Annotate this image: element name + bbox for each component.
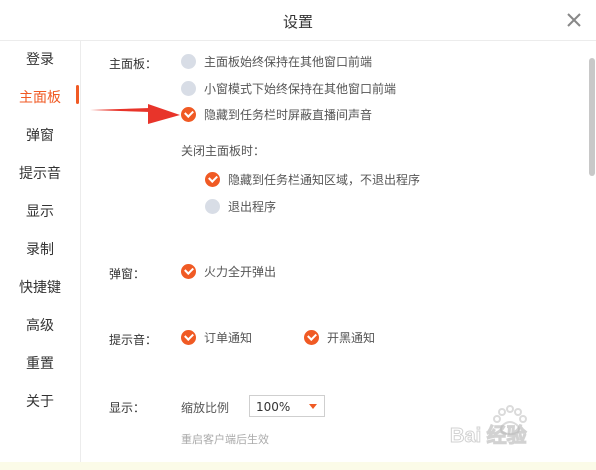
sidebar-item-popup[interactable]: 弹窗 [0, 125, 80, 145]
option-label: 主面板始终保持在其他窗口前端 [204, 55, 373, 69]
zoom-label: 缩放比例 [181, 401, 230, 415]
main-panel-section-label: 主面板： [109, 57, 158, 71]
option-mute-when-hidden[interactable]: 隐藏到任务栏时屏蔽直播间声音 [181, 106, 372, 124]
option-label: 小窗模式下始终保持在其他窗口前端 [204, 82, 397, 96]
zoom-select[interactable]: 100% [249, 395, 325, 417]
option-hide-to-tray[interactable]: 隐藏到任务栏通知区域，不退出程序 [205, 171, 420, 189]
sidebar-item-advanced[interactable]: 高级 [0, 315, 80, 335]
sidebar-item-sound[interactable]: 提示音 [0, 163, 80, 183]
sidebar-item-about[interactable]: 关于 [0, 391, 80, 411]
option-label: 隐藏到任务栏时屏蔽直播间声音 [204, 108, 373, 122]
sidebar-item-shortcuts[interactable]: 快捷键 [0, 277, 80, 297]
option-exit-program[interactable]: 退出程序 [205, 198, 276, 216]
checkbox-checked[interactable] [181, 330, 196, 345]
checkbox-unchecked[interactable] [181, 81, 196, 96]
checkbox-checked[interactable] [181, 107, 196, 122]
sound-section-label: 提示音： [109, 333, 158, 347]
zoom-value: 100% [256, 400, 291, 414]
close-main-panel-label: 关闭主面板时： [181, 144, 266, 158]
checkbox-unchecked[interactable] [181, 54, 196, 69]
watermark-logo: Bai 经验 [450, 405, 527, 448]
option-order-notify[interactable]: 订单通知 [181, 329, 252, 347]
bottom-strip [0, 462, 596, 470]
sidebar-item-main-panel[interactable]: 主面板 [0, 87, 80, 107]
scrollbar-thumb[interactable] [589, 58, 595, 176]
sidebar: 登录 主面板 弹窗 提示音 显示 录制 快捷键 高级 重置 关于 [0, 41, 81, 465]
option-label: 火力全开弹出 [204, 265, 277, 279]
option-label: 开黑通知 [327, 331, 376, 345]
active-indicator [76, 85, 79, 104]
checkbox-checked[interactable] [181, 264, 196, 279]
popup-section-label: 弹窗： [109, 267, 146, 281]
chevron-down-icon [309, 404, 317, 409]
option-label: 退出程序 [228, 200, 277, 214]
radio-unchecked[interactable] [205, 199, 220, 214]
option-full-fire-popup[interactable]: 火力全开弹出 [181, 263, 276, 281]
radio-checked[interactable] [205, 172, 220, 187]
sidebar-item-record[interactable]: 录制 [0, 239, 80, 259]
restart-hint: 重启客户端后生效 [181, 433, 269, 446]
option-label: 隐藏到任务栏通知区域，不退出程序 [228, 173, 421, 187]
close-button[interactable] [564, 10, 584, 30]
sidebar-item-reset[interactable]: 重置 [0, 353, 80, 373]
title-bar: 设置 [0, 0, 596, 41]
option-team-notify[interactable]: 开黑通知 [304, 329, 375, 347]
option-keep-main-on-top[interactable]: 主面板始终保持在其他窗口前端 [181, 53, 372, 71]
sidebar-item-login[interactable]: 登录 [0, 49, 80, 69]
window-title: 设置 [282, 13, 313, 31]
display-section-label: 显示： [109, 401, 146, 415]
option-label: 订单通知 [204, 331, 253, 345]
sidebar-item-display[interactable]: 显示 [0, 201, 80, 221]
option-keep-mini-on-top[interactable]: 小窗模式下始终保持在其他窗口前端 [181, 80, 396, 98]
close-icon [567, 13, 581, 27]
checkbox-checked[interactable] [304, 330, 319, 345]
watermark-text: Bai 经验 [450, 423, 527, 447]
settings-content: 主面板： 主面板始终保持在其他窗口前端 小窗模式下始终保持在其他窗口前端 隐藏到… [81, 41, 581, 461]
